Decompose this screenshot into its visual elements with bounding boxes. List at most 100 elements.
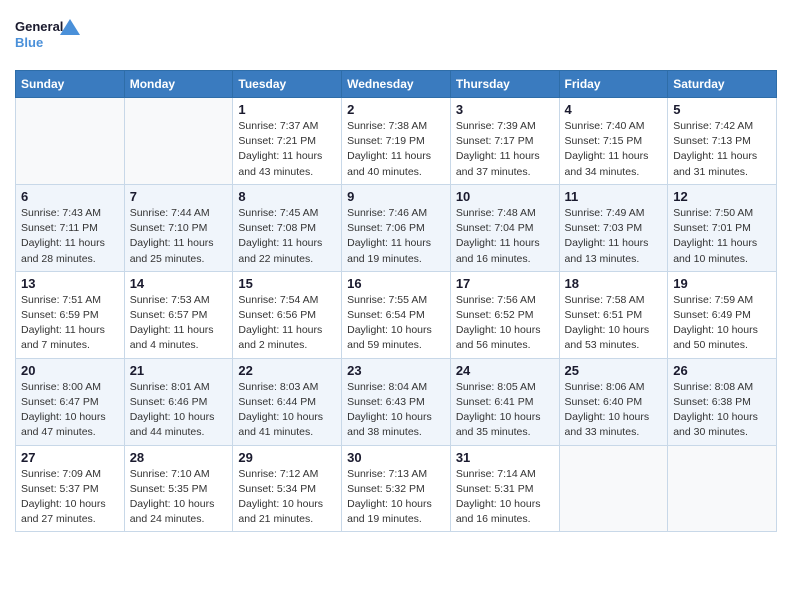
calendar-cell: 17Sunrise: 7:56 AM Sunset: 6:52 PM Dayli… [450, 271, 559, 358]
svg-text:Blue: Blue [15, 35, 43, 50]
day-number: 23 [347, 363, 445, 378]
day-info: Sunrise: 7:10 AM Sunset: 5:35 PM Dayligh… [130, 467, 228, 528]
calendar-cell: 12 Sunrise: 7:50 AM Sunset: 7:01 PM Dayli… [668, 184, 777, 271]
day-info: Sunrise: 8:01 AM Sunset: 6:46 PM Dayligh… [130, 380, 228, 441]
day-info: Sunrise: 7:38 AM Sunset: 7:19 PM Dayligh… [347, 119, 445, 180]
day-info: Sunrise: 7:51 AM Sunset: 6:59 PM Dayligh… [21, 293, 119, 354]
day-info: Sunrise: 7:37 AM Sunset: 7:21 PM Dayligh… [238, 119, 336, 180]
day-info: Sunrise: 7:48 AM Sunset: 7:04 PM Dayligh… [456, 206, 554, 267]
calendar-table: SundayMondayTuesdayWednesdayThursdayFrid… [15, 70, 777, 532]
day-info: Sunrise: 7:43 AM Sunset: 7:11 PM Dayligh… [21, 206, 119, 267]
calendar-cell: 4 Sunrise: 7:40 AM Sunset: 7:15 PM Daylig… [559, 98, 668, 185]
day-number: 27 [21, 450, 119, 465]
day-number: 12 [673, 189, 771, 204]
calendar-cell: 21 Sunrise: 8:01 AM Sunset: 6:46 PM Dayli… [124, 358, 233, 445]
day-number: 13 [21, 276, 119, 291]
day-info: Sunrise: 8:03 AM Sunset: 6:44 PM Dayligh… [238, 380, 336, 441]
day-number: 2 [347, 102, 445, 117]
calendar-cell: 20 Sunrise: 8:00 AM Sunset: 6:47 PM Dayli… [16, 358, 125, 445]
day-number: 15 [238, 276, 336, 291]
day-info: Sunrise: 7:42 AM Sunset: 7:13 PM Dayligh… [673, 119, 771, 180]
calendar-week-3: 13 Sunrise: 7:51 AM Sunset: 6:59 PM Dayli… [16, 271, 777, 358]
calendar-cell: 13 Sunrise: 7:51 AM Sunset: 6:59 PM Dayli… [16, 271, 125, 358]
calendar-cell: 23 Sunrise: 8:04 AM Sunset: 6:43 PM Dayli… [342, 358, 451, 445]
calendar-cell: 30 Sunrise: 7:13 AM Sunset: 5:32 PM Dayli… [342, 445, 451, 532]
calendar-cell: 7 Sunrise: 7:44 AM Sunset: 7:10 PM Daylig… [124, 184, 233, 271]
day-info: Sunrise: 7:53 AM Sunset: 6:57 PM Dayligh… [130, 293, 228, 354]
calendar-cell: 18 Sunrise: 7:58 AM Sunset: 6:51 PM Dayli… [559, 271, 668, 358]
weekday-header-friday: Friday [559, 71, 668, 98]
day-number: 18 [565, 276, 663, 291]
calendar-cell: 19 Sunrise: 7:59 AM Sunset: 6:49 PM Dayli… [668, 271, 777, 358]
day-info: Sunrise: 7:54 AM Sunset: 6:56 PM Dayligh… [238, 293, 336, 354]
calendar-week-1: 1 Sunrise: 7:37 AM Sunset: 7:21 PM Daylig… [16, 98, 777, 185]
calendar-cell: 28 Sunrise: 7:10 AM Sunset: 5:35 PM Dayli… [124, 445, 233, 532]
calendar-cell [16, 98, 125, 185]
logo: General Blue [15, 15, 85, 60]
day-number: 29 [238, 450, 336, 465]
calendar-week-2: 6Sunrise: 7:43 AM Sunset: 7:11 PM Daylig… [16, 184, 777, 271]
day-number: 3 [456, 102, 554, 117]
weekday-header-thursday: Thursday [450, 71, 559, 98]
day-number: 4 [565, 102, 663, 117]
calendar-cell: 3 Sunrise: 7:39 AM Sunset: 7:17 PM Daylig… [450, 98, 559, 185]
day-number: 21 [130, 363, 228, 378]
day-info: Sunrise: 7:12 AM Sunset: 5:34 PM Dayligh… [238, 467, 336, 528]
calendar-cell: 16Sunrise: 7:55 AM Sunset: 6:54 PM Dayli… [342, 271, 451, 358]
calendar-cell: 15 Sunrise: 7:54 AM Sunset: 6:56 PM Dayli… [233, 271, 342, 358]
calendar-cell: 10 Sunrise: 7:48 AM Sunset: 7:04 PM Dayli… [450, 184, 559, 271]
day-info: Sunrise: 7:46 AM Sunset: 7:06 PM Dayligh… [347, 206, 445, 267]
day-number: 10 [456, 189, 554, 204]
day-number: 1 [238, 102, 336, 117]
day-info: Sunrise: 7:58 AM Sunset: 6:51 PM Dayligh… [565, 293, 663, 354]
day-info: Sunrise: 8:04 AM Sunset: 6:43 PM Dayligh… [347, 380, 445, 441]
calendar-cell: 26 Sunrise: 8:08 AM Sunset: 6:38 PM Dayli… [668, 358, 777, 445]
logo-svg: General Blue [15, 15, 85, 60]
day-info: Sunrise: 7:14 AM Sunset: 5:31 PM Dayligh… [456, 467, 554, 528]
calendar-cell: 2 Sunrise: 7:38 AM Sunset: 7:19 PM Daylig… [342, 98, 451, 185]
day-number: 26 [673, 363, 771, 378]
day-info: Sunrise: 7:45 AM Sunset: 7:08 PM Dayligh… [238, 206, 336, 267]
day-info: Sunrise: 7:13 AM Sunset: 5:32 PM Dayligh… [347, 467, 445, 528]
page-header: General Blue [15, 15, 777, 60]
day-number: 5 [673, 102, 771, 117]
day-info: Sunrise: 7:50 AM Sunset: 7:01 PM Dayligh… [673, 206, 771, 267]
calendar-cell: 5 Sunrise: 7:42 AM Sunset: 7:13 PM Daylig… [668, 98, 777, 185]
day-number: 24 [456, 363, 554, 378]
day-number: 25 [565, 363, 663, 378]
day-number: 7 [130, 189, 228, 204]
day-number: 9 [347, 189, 445, 204]
calendar-cell: 11Sunrise: 7:49 AM Sunset: 7:03 PM Dayli… [559, 184, 668, 271]
calendar-cell: 31 Sunrise: 7:14 AM Sunset: 5:31 PM Dayli… [450, 445, 559, 532]
day-info: Sunrise: 8:00 AM Sunset: 6:47 PM Dayligh… [21, 380, 119, 441]
calendar-cell: 1 Sunrise: 7:37 AM Sunset: 7:21 PM Daylig… [233, 98, 342, 185]
day-info: Sunrise: 7:44 AM Sunset: 7:10 PM Dayligh… [130, 206, 228, 267]
calendar-cell [668, 445, 777, 532]
calendar-week-4: 20 Sunrise: 8:00 AM Sunset: 6:47 PM Dayli… [16, 358, 777, 445]
svg-text:General: General [15, 19, 63, 34]
calendar-cell: 6Sunrise: 7:43 AM Sunset: 7:11 PM Daylig… [16, 184, 125, 271]
calendar-week-5: 27 Sunrise: 7:09 AM Sunset: 5:37 PM Dayli… [16, 445, 777, 532]
day-number: 14 [130, 276, 228, 291]
day-info: Sunrise: 8:08 AM Sunset: 6:38 PM Dayligh… [673, 380, 771, 441]
day-info: Sunrise: 7:40 AM Sunset: 7:15 PM Dayligh… [565, 119, 663, 180]
day-info: Sunrise: 7:09 AM Sunset: 5:37 PM Dayligh… [21, 467, 119, 528]
calendar-cell: 22 Sunrise: 8:03 AM Sunset: 6:44 PM Dayli… [233, 358, 342, 445]
day-info: Sunrise: 7:59 AM Sunset: 6:49 PM Dayligh… [673, 293, 771, 354]
day-number: 11 [565, 189, 663, 204]
calendar-cell: 14 Sunrise: 7:53 AM Sunset: 6:57 PM Dayli… [124, 271, 233, 358]
calendar-cell: 29 Sunrise: 7:12 AM Sunset: 5:34 PM Dayli… [233, 445, 342, 532]
day-info: Sunrise: 7:55 AM Sunset: 6:54 PM Dayligh… [347, 293, 445, 354]
day-number: 8 [238, 189, 336, 204]
calendar-cell: 24Sunrise: 8:05 AM Sunset: 6:41 PM Dayli… [450, 358, 559, 445]
day-number: 30 [347, 450, 445, 465]
day-number: 19 [673, 276, 771, 291]
day-info: Sunrise: 7:56 AM Sunset: 6:52 PM Dayligh… [456, 293, 554, 354]
day-number: 28 [130, 450, 228, 465]
day-info: Sunrise: 8:06 AM Sunset: 6:40 PM Dayligh… [565, 380, 663, 441]
calendar-cell: 25 Sunrise: 8:06 AM Sunset: 6:40 PM Dayli… [559, 358, 668, 445]
day-number: 22 [238, 363, 336, 378]
day-number: 31 [456, 450, 554, 465]
day-info: Sunrise: 7:39 AM Sunset: 7:17 PM Dayligh… [456, 119, 554, 180]
day-number: 20 [21, 363, 119, 378]
